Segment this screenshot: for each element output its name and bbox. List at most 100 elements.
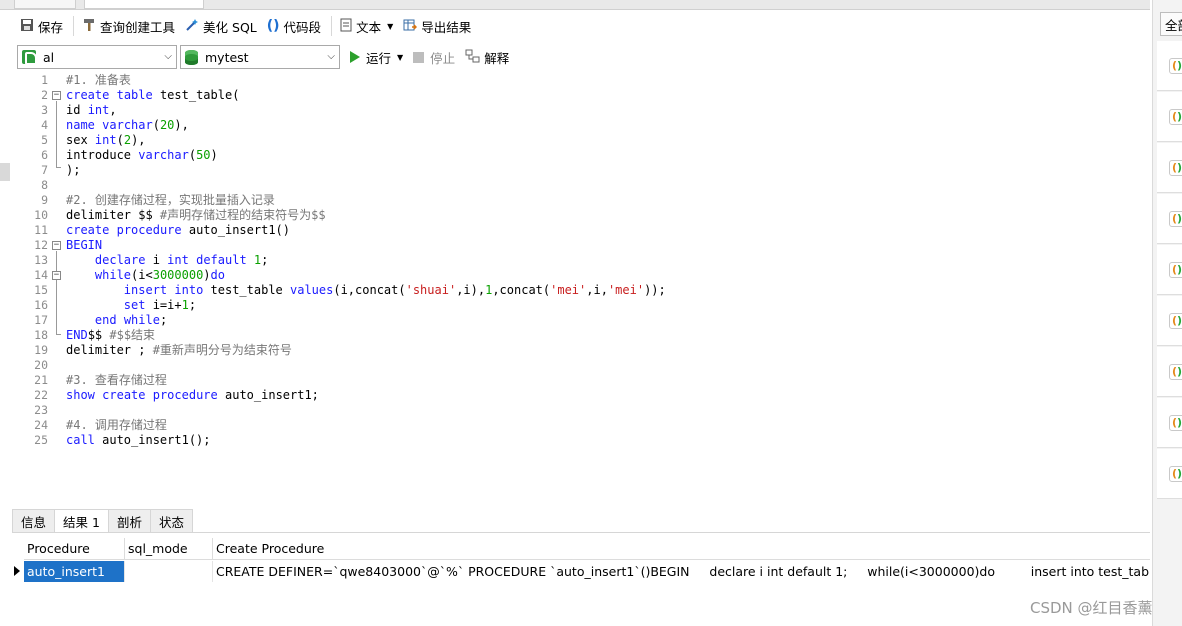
line-number: 22 [34,388,48,402]
code-line: #1. 准备表 [66,73,131,87]
fold-toggle-icon[interactable]: − [52,241,61,250]
snippet-item[interactable]: () [1157,41,1182,91]
line-number: 3 [41,103,48,117]
keyword: create [66,88,110,102]
line-number: 9 [41,193,48,207]
database-value: mytest [205,49,249,65]
database-icon [185,49,198,65]
code-line: BEGIN [66,238,103,252]
line-number: 23 [34,403,48,417]
text-mode-label: 文本 [356,19,382,35]
line-number: 6 [41,148,48,162]
connection-selector-row: al ⌵ mytest ⌵ 运行 ▼ 停止 解释 [0,42,1150,72]
keyword: while [123,313,160,327]
code-line: #3. 查看存储过程 [66,373,167,387]
keyword: call [66,433,95,447]
explain-label: 解释 [484,50,510,66]
keyword: varchar [102,118,153,132]
beautify-sql-button[interactable]: 美化 SQL [181,14,261,38]
tab-current-query[interactable] [84,0,204,9]
fold-toggle-icon[interactable]: − [52,91,61,100]
tab-profile[interactable]: 剖析 [108,509,151,533]
line-number-gutter: 1 2 3 4 5 6 7 8 9 10 11 12 13 14 15 16 1… [12,72,48,506]
line-number: 14 [34,268,48,282]
tab-result-1[interactable]: 结果 1 [55,509,109,533]
run-label: 运行 [366,50,392,66]
save-button[interactable]: 保存 [16,14,67,38]
export-results-button[interactable]: 导出结果 [399,14,475,38]
snippet-icon: () [1169,58,1182,74]
snippet-icon: () [1169,364,1182,380]
column-header-create-procedure[interactable]: Create Procedure [213,538,1150,560]
connection-icon [22,50,37,65]
line-number: 8 [41,178,48,192]
run-button[interactable]: 运行 ▼ [346,45,407,69]
fold-toggle-icon[interactable]: − [52,271,61,280]
connection-select[interactable]: al ⌵ [17,45,177,69]
result-grid[interactable]: Procedure sql_mode Create Procedure auto… [12,538,1150,598]
column-header-sql-mode[interactable]: sql_mode [125,538,213,560]
query-builder-button[interactable]: 查询创建工具 [78,14,179,38]
code-line: call auto_insert1(); [66,433,211,447]
snippet-item[interactable]: () [1157,347,1182,397]
comment: #$$结束 [109,328,156,342]
line-number: 16 [34,298,48,312]
query-tab-strip [0,0,1150,10]
table-cell[interactable]: CREATE DEFINER=`qwe8403000`@`%` PROCEDUR… [213,561,1150,582]
snippet-icon: () [1169,466,1182,482]
document-icon [340,18,352,35]
table-cell[interactable] [125,561,213,582]
keyword: set [123,298,146,312]
explain-icon [465,49,480,66]
keyword: int [87,103,110,117]
code-line: #2. 创建存储过程，实现批量插入记录 [66,193,275,207]
line-number: 25 [34,433,48,447]
database-select[interactable]: mytest ⌵ [180,45,340,69]
code-line: id int, [66,103,117,117]
all-snippets-button[interactable]: 全部 [1160,12,1182,36]
column-header-procedure[interactable]: Procedure [24,538,125,560]
tab-previous[interactable] [14,0,76,9]
snippet-item[interactable]: () [1157,296,1182,346]
keyword: while [94,268,132,282]
comment: #重新声明分号为结束符号 [152,343,292,357]
snippet-item[interactable]: () [1157,449,1182,499]
code-line: show create procedure auto_insert1; [66,388,319,402]
tab-info[interactable]: 信息 [12,509,56,533]
dropdown-arrow-icon: ▼ [387,21,394,31]
fold-end [56,167,61,168]
save-label: 保存 [38,19,64,35]
table-cell[interactable]: auto_insert1 [24,561,125,582]
code-line: name varchar(20), [66,118,189,132]
chevron-down-icon: ⌵ [164,51,172,62]
text-mode-dropdown[interactable]: 文本 ▼ [336,14,397,38]
snippet-icon: () [1169,262,1182,278]
result-tab-divider [12,532,1150,533]
number-literal: 3000000 [152,268,204,282]
beautify-sql-label: 美化 SQL [203,19,257,35]
snippet-item[interactable]: () [1157,398,1182,448]
snippet-item[interactable]: () [1157,92,1182,142]
line-number: 20 [34,358,48,372]
code-line: END$$ #$$结束 [66,328,156,342]
play-icon [350,51,360,63]
keyword: insert [123,283,168,297]
string-literal: 'shuai' [405,283,457,297]
stop-button[interactable]: 停止 [409,45,459,69]
snippet-item[interactable]: () [1157,245,1182,295]
code-line: sex int(2), [66,133,146,147]
keyword: procedure [116,223,182,237]
snippet-item[interactable]: () [1157,143,1182,193]
line-number: 7 [41,163,48,177]
sql-editor[interactable]: 1 2 3 4 5 6 7 8 9 10 11 12 13 14 15 16 1… [12,72,1150,506]
line-number: 24 [34,418,48,432]
code-snippet-button[interactable]: () 代码段 [263,14,325,38]
string-literal: 'mei' [550,283,587,297]
explain-button[interactable]: 解释 [461,45,513,69]
snippet-item[interactable]: () [1157,194,1182,244]
snippet-icon: () [1169,160,1182,176]
current-row-indicator-icon [14,566,20,576]
code-line: create procedure auto_insert1() [66,223,290,237]
code-line: ); [66,163,81,177]
tab-status[interactable]: 状态 [150,509,193,533]
